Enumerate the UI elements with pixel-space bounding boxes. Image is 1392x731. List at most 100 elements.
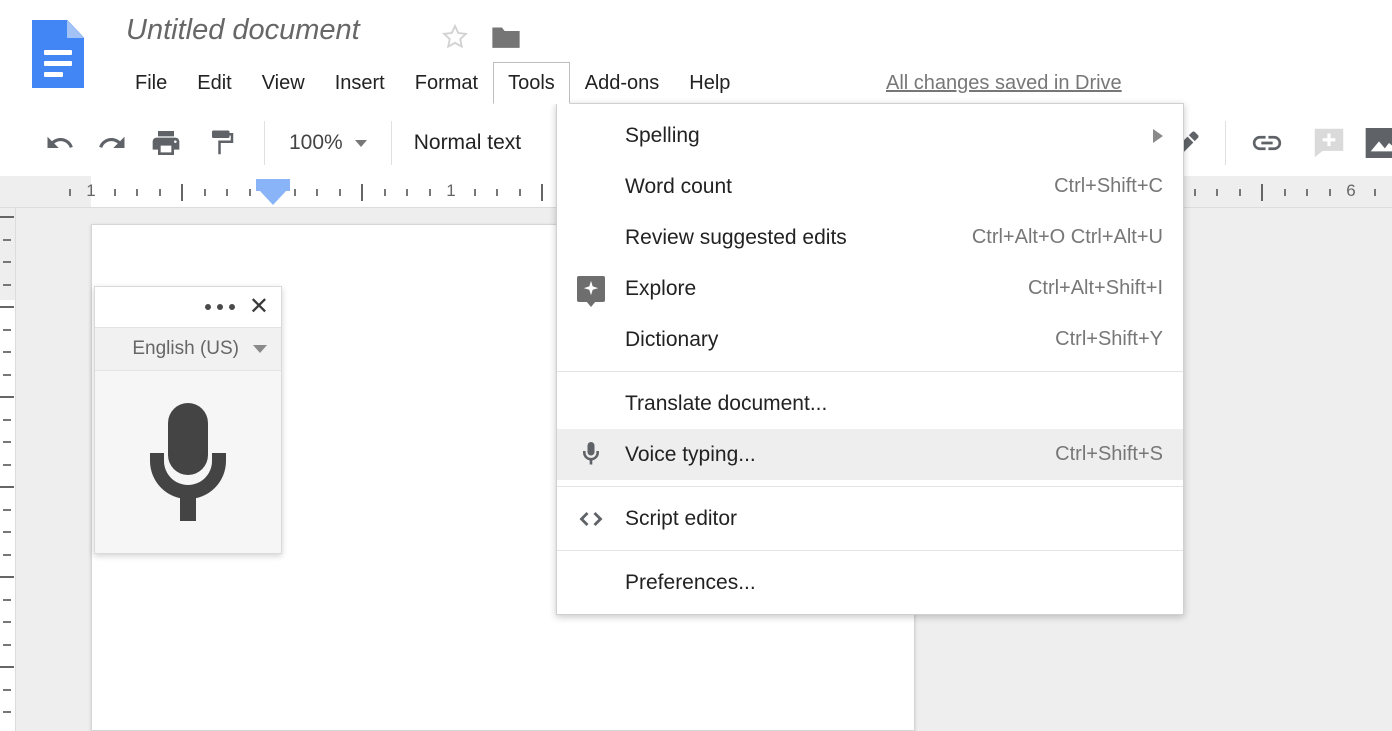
- ruler-tick: [1329, 189, 1331, 196]
- add-comment-icon[interactable]: [1298, 124, 1360, 162]
- menu-file[interactable]: File: [120, 62, 182, 104]
- menu-item-translate-document[interactable]: Translate document...: [557, 378, 1183, 429]
- microphone-icon: [581, 441, 601, 469]
- ruler-tick: [249, 189, 251, 196]
- vruler-tick: [3, 329, 11, 331]
- menu-insert[interactable]: Insert: [320, 62, 400, 104]
- folder-icon[interactable]: [489, 22, 523, 52]
- menu-add-ons[interactable]: Add-ons: [570, 62, 675, 104]
- zoom-value: 100%: [289, 131, 343, 155]
- ruler-tick: [474, 189, 476, 196]
- zoom-control[interactable]: 100%: [275, 131, 381, 155]
- vruler-gray-zone: [0, 208, 16, 300]
- logo-line: [44, 50, 72, 55]
- vruler-tick: [0, 216, 14, 218]
- vruler-tick: [3, 621, 11, 623]
- ruler-tick: [1239, 189, 1241, 196]
- ruler-tick: [136, 189, 138, 196]
- ruler-tick: [1306, 189, 1308, 196]
- menu-item-shortcut: Ctrl+Alt+O Ctrl+Alt+U: [948, 226, 1163, 249]
- menu-item-word-count[interactable]: Word count Ctrl+Shift+C: [557, 161, 1183, 212]
- ruler-tick: [316, 189, 318, 196]
- menu-item-explore[interactable]: Explore Ctrl+Alt+Shift+I: [557, 263, 1183, 314]
- code-brackets-icon: [576, 509, 606, 529]
- vruler-tick: [0, 666, 14, 668]
- indent-marker-bar: [256, 179, 290, 191]
- vruler-tick: [3, 644, 11, 646]
- microphone-icon: [136, 401, 240, 523]
- menu-view[interactable]: View: [247, 62, 320, 104]
- menu-item-icon-slot: [557, 276, 625, 302]
- menu-item-label: Voice typing...: [625, 443, 1031, 467]
- vruler-tick: [3, 464, 11, 466]
- star-outline-icon[interactable]: [440, 22, 470, 52]
- ruler-tick: [1284, 189, 1286, 196]
- ruler-tick: [114, 189, 116, 196]
- vruler-tick: [0, 396, 14, 398]
- voice-typing-panel: ✕ English (US): [94, 286, 282, 554]
- submenu-arrow-icon: [1153, 129, 1163, 143]
- menu-tools[interactable]: Tools: [493, 62, 570, 104]
- ruler-tick: [204, 189, 206, 196]
- voice-language-value: English (US): [132, 338, 239, 360]
- vruler-tick: [0, 486, 14, 488]
- menu-item-voice-typing[interactable]: Voice typing... Ctrl+Shift+S: [557, 429, 1183, 480]
- menu-item-script-editor[interactable]: Script editor: [557, 493, 1183, 544]
- menu-item-label: Preferences...: [625, 571, 1163, 595]
- insert-link-icon[interactable]: [1236, 126, 1298, 160]
- ruler-tick: [339, 189, 341, 196]
- menu-format[interactable]: Format: [400, 62, 493, 104]
- voice-language-selector[interactable]: English (US): [95, 327, 281, 371]
- save-status-link[interactable]: All changes saved in Drive: [886, 62, 1122, 104]
- vruler-tick: [3, 554, 11, 556]
- menu-item-review-suggested-edits[interactable]: Review suggested edits Ctrl+Alt+O Ctrl+A…: [557, 212, 1183, 263]
- ruler-tick: [1374, 189, 1376, 196]
- close-x-icon[interactable]: ✕: [249, 295, 269, 319]
- menu-item-shortcut: Ctrl+Shift+C: [1030, 175, 1163, 198]
- vruler-tick: [3, 284, 11, 286]
- voice-mic-button[interactable]: [95, 371, 281, 553]
- left-indent-marker[interactable]: [256, 179, 290, 205]
- menu-edit[interactable]: Edit: [182, 62, 246, 104]
- undo-icon[interactable]: [34, 128, 86, 158]
- ruler-tick: [226, 189, 228, 196]
- vruler-tick: [3, 531, 11, 533]
- logo-line: [44, 72, 63, 77]
- explore-icon: [577, 276, 605, 302]
- ruler-number: 1: [86, 181, 95, 201]
- menu-item-label: Explore: [625, 277, 1004, 301]
- redo-icon[interactable]: [86, 128, 138, 158]
- google-docs-icon[interactable]: [32, 20, 84, 88]
- vruler-tick: [3, 239, 11, 241]
- menu-item-shortcut: Ctrl+Alt+Shift+I: [1004, 277, 1163, 300]
- menu-separator: [557, 550, 1183, 551]
- top-bar: Untitled document File Edit View Insert …: [0, 0, 1392, 110]
- menu-item-label: Review suggested edits: [625, 226, 948, 250]
- menu-item-dictionary[interactable]: Dictionary Ctrl+Shift+Y: [557, 314, 1183, 365]
- menu-item-label: Dictionary: [625, 328, 1031, 352]
- ruler-tick: [159, 189, 161, 196]
- print-icon[interactable]: [138, 127, 194, 159]
- vertical-ruler[interactable]: [0, 208, 16, 731]
- ruler-tick: [294, 189, 296, 196]
- toolbar-divider: [1225, 121, 1226, 165]
- document-title[interactable]: Untitled document: [126, 14, 360, 47]
- toolbar-divider: [391, 121, 392, 165]
- ruler-tick: [429, 189, 431, 196]
- text-style-control[interactable]: Normal text: [402, 131, 533, 155]
- insert-image-icon[interactable]: [1360, 126, 1392, 160]
- vruler-tick: [3, 711, 11, 713]
- menu-separator: [557, 486, 1183, 487]
- vruler-tick: [3, 419, 11, 421]
- vruler-tick: [3, 261, 11, 263]
- ruler-tick: [1261, 184, 1263, 201]
- ruler-number: 6: [1346, 181, 1355, 201]
- ruler-tick: [384, 189, 386, 196]
- menu-item-preferences[interactable]: Preferences...: [557, 557, 1183, 608]
- paint-format-icon[interactable]: [194, 128, 250, 158]
- more-options-dots-icon[interactable]: [205, 304, 235, 310]
- menu-bar: File Edit View Insert Format Tools Add-o…: [120, 62, 745, 104]
- menu-help[interactable]: Help: [674, 62, 745, 104]
- menu-item-spelling[interactable]: Spelling: [557, 110, 1183, 161]
- chevron-down-icon: [253, 345, 267, 353]
